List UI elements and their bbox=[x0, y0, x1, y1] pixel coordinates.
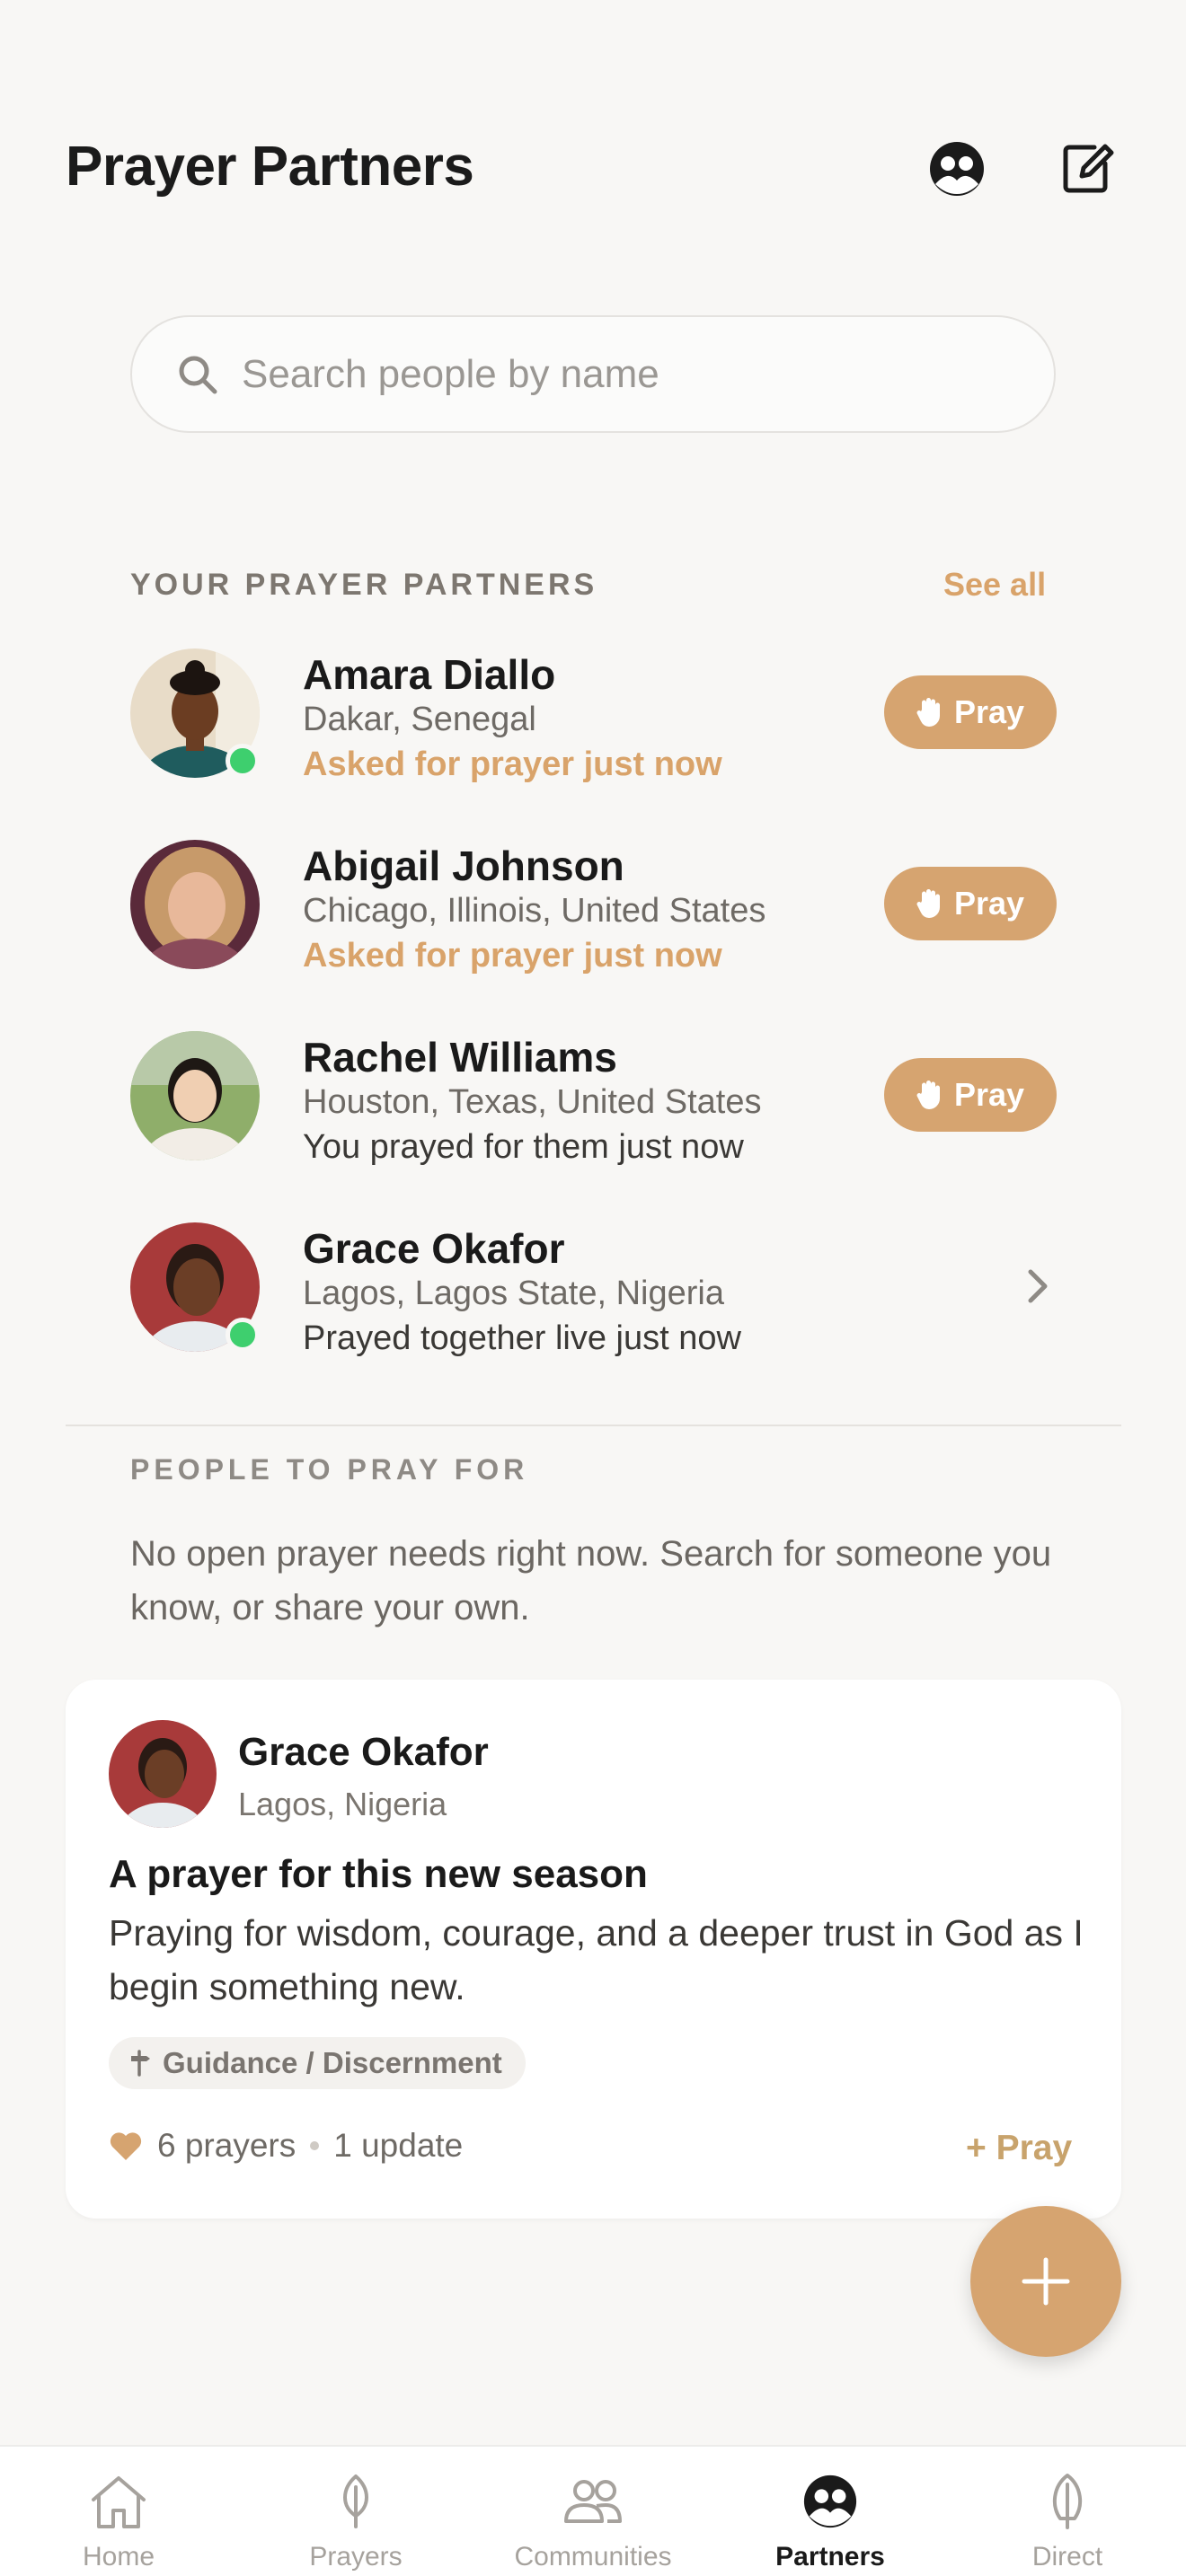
tab-label: Prayers bbox=[309, 2542, 403, 2572]
tab-prayers[interactable]: Prayers bbox=[237, 2447, 474, 2576]
partner-status: Asked for prayer just now bbox=[303, 745, 722, 783]
partner-row[interactable]: Rachel Williams Houston, Texas, United S… bbox=[130, 1031, 1057, 1175]
pray-button-label: Pray bbox=[953, 885, 1025, 922]
page-title: Prayer Partners bbox=[66, 136, 474, 198]
people-icon bbox=[564, 2480, 622, 2523]
partner-row[interactable]: Grace Okafor Lagos, Lagos State, Nigeria… bbox=[130, 1222, 1056, 1366]
pray-button[interactable]: Pray bbox=[884, 675, 1057, 749]
partner-location: Chicago, Illinois, United States bbox=[303, 892, 766, 930]
new-prayer-button[interactable] bbox=[970, 2206, 1121, 2357]
card-author-location: Lagos, Nigeria bbox=[238, 1786, 447, 1822]
pray-button[interactable]: Pray bbox=[884, 867, 1057, 940]
card-title: A prayer for this new season bbox=[109, 1852, 648, 1896]
partner-name: Abigail Johnson bbox=[303, 842, 624, 889]
partner-row[interactable]: Amara Diallo Dakar, Senegal Asked for pr… bbox=[130, 648, 1057, 792]
pray-button-label: Pray bbox=[953, 1076, 1025, 1113]
partner-status: You prayed for them just now bbox=[303, 1128, 744, 1166]
tab-label: Home bbox=[82, 2542, 155, 2572]
avatar bbox=[109, 1720, 217, 1828]
card-author-name: Grace Okafor bbox=[238, 1730, 489, 1774]
search-bar[interactable] bbox=[130, 315, 1056, 433]
partner-status: Asked for prayer just now bbox=[303, 937, 722, 975]
partner-location: Houston, Texas, United States bbox=[303, 1083, 762, 1121]
search-icon bbox=[179, 356, 217, 393]
partner-name: Grace Okafor bbox=[303, 1225, 565, 1272]
add-pray-button[interactable]: + Pray bbox=[966, 2129, 1072, 2168]
pray-button-label: Pray bbox=[953, 693, 1025, 730]
see-all-link[interactable]: See all bbox=[943, 566, 1046, 604]
tab-label: Communities bbox=[514, 2542, 672, 2572]
tab-label: Partners bbox=[775, 2542, 885, 2572]
tab-direct[interactable]: Direct bbox=[949, 2447, 1186, 2576]
partners-group-button[interactable] bbox=[921, 133, 993, 205]
chevron-right-icon[interactable] bbox=[1015, 1264, 1060, 1309]
card-footer: 6 prayers 1 update bbox=[109, 2127, 463, 2165]
partner-name: Amara Diallo bbox=[303, 651, 556, 698]
tab-partners[interactable]: Partners bbox=[712, 2447, 949, 2576]
home-icon bbox=[92, 2476, 146, 2528]
partners-icon bbox=[803, 2475, 857, 2528]
category-tag-label: Guidance / Discernment bbox=[163, 2046, 502, 2079]
pray-button[interactable]: Pray bbox=[884, 1058, 1057, 1132]
partner-name: Rachel Williams bbox=[303, 1034, 617, 1081]
compose-button[interactable] bbox=[1051, 133, 1123, 205]
hand-icon bbox=[916, 698, 940, 727]
partner-location: Dakar, Senegal bbox=[303, 701, 536, 738]
divider bbox=[66, 1425, 1121, 1426]
tab-communities[interactable]: Communities bbox=[474, 2447, 712, 2576]
partner-location: Lagos, Lagos State, Nigeria bbox=[303, 1275, 724, 1312]
prayer-count: 6 prayers bbox=[157, 2127, 296, 2164]
plus-icon bbox=[1022, 2257, 1070, 2306]
signpost-icon bbox=[131, 2050, 150, 2077]
online-indicator bbox=[226, 1318, 260, 1352]
partners-section-label: YOUR PRAYER PARTNERS bbox=[130, 568, 598, 602]
avatar bbox=[130, 840, 260, 969]
feather-icon bbox=[1052, 2474, 1083, 2529]
update-count: 1 update bbox=[333, 2127, 464, 2164]
online-indicator bbox=[226, 744, 260, 778]
category-tag[interactable]: Guidance / Discernment bbox=[109, 2037, 526, 2089]
separator-dot bbox=[310, 2141, 320, 2150]
leaf-icon bbox=[343, 2475, 368, 2528]
prayer-card[interactable]: Grace Okafor Lagos, Nigeria A prayer for… bbox=[66, 1680, 1121, 2219]
empty-state-message: No open prayer needs right now. Search f… bbox=[130, 1534, 1052, 1628]
header: Prayer Partners bbox=[0, 0, 1186, 234]
hand-icon bbox=[916, 889, 940, 918]
card-body: Praying for wisdom, courage, and a deepe… bbox=[109, 1912, 1084, 2007]
tab-home[interactable]: Home bbox=[0, 2447, 237, 2576]
people-section-label: PEOPLE TO PRAY FOR bbox=[130, 1453, 529, 1486]
tab-label: Direct bbox=[1031, 2542, 1103, 2572]
search-input[interactable] bbox=[242, 351, 960, 397]
tab-bar: Home Prayers Communities Partners Direct bbox=[0, 2445, 1186, 2576]
partner-status: Prayed together live just now bbox=[303, 1319, 741, 1357]
hand-icon bbox=[916, 1081, 940, 1109]
partners-icon bbox=[930, 142, 984, 196]
avatar bbox=[130, 1031, 260, 1160]
compose-icon bbox=[1063, 144, 1114, 193]
heart-icon bbox=[110, 2132, 142, 2160]
partner-row[interactable]: Abigail Johnson Chicago, Illinois, Unite… bbox=[130, 840, 1057, 984]
